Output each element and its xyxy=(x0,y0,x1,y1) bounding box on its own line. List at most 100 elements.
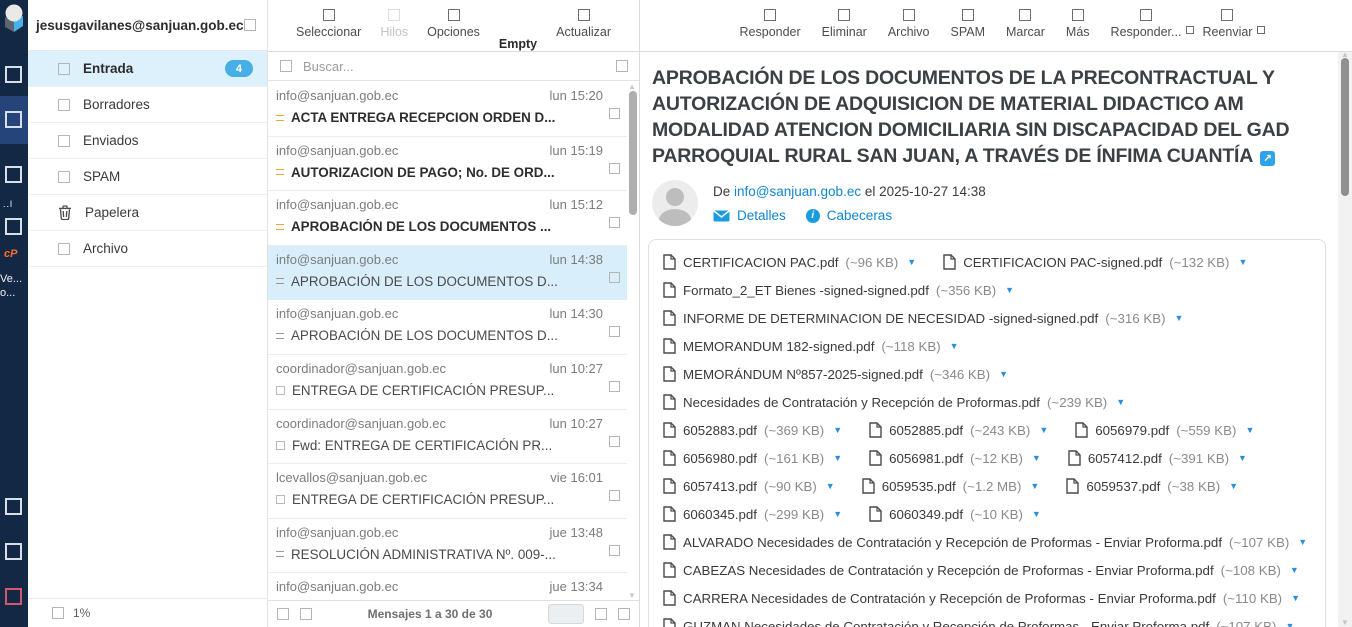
search-options-icon[interactable] xyxy=(616,60,628,72)
toolbar-button-eliminar[interactable]: Eliminar xyxy=(822,6,867,51)
toolbar-button-archivo[interactable]: Archivo xyxy=(888,6,930,51)
dropdown-caret-icon[interactable] xyxy=(1257,26,1265,34)
search-input[interactable]: Buscar... xyxy=(303,59,605,74)
attachment-item[interactable]: MEMORÁNDUM Nº857-2025-signed.pdf (~346 K… xyxy=(663,366,1008,382)
attachment-item[interactable]: 6057412.pdf (~391 KB) ▼ xyxy=(1068,450,1247,466)
attachment-menu-caret-icon[interactable]: ▼ xyxy=(831,425,842,435)
attachment-item[interactable]: Formato_2_ET Bienes -signed-signed.pdf (… xyxy=(663,282,1014,298)
list-options-icon[interactable] xyxy=(277,608,289,620)
collapse-panel-icon[interactable] xyxy=(244,19,256,31)
attachment-item[interactable]: 6057413.pdf (~90 KB) ▼ xyxy=(663,478,835,494)
message-flag-checkbox[interactable] xyxy=(609,108,620,119)
attachment-menu-caret-icon[interactable]: ▼ xyxy=(824,481,835,491)
message-row[interactable]: info@sanjuan.gob.ec lun 15:12 APROBACIÓN… xyxy=(268,191,627,246)
attachment-item[interactable]: ALVARADO Necesidades de Contratación y R… xyxy=(663,534,1307,550)
toolbar-button-reenviar[interactable]: Reenviar xyxy=(1202,6,1252,51)
details-toggle[interactable]: Detalles xyxy=(713,208,786,223)
attachment-item[interactable]: 6052885.pdf (~243 KB) ▼ xyxy=(869,422,1048,438)
list-scrollbar[interactable]: ▲ ▼ xyxy=(627,82,639,600)
message-flag-checkbox[interactable] xyxy=(609,163,620,174)
next-page-icon[interactable] xyxy=(618,608,630,620)
attachment-menu-caret-icon[interactable]: ▼ xyxy=(997,369,1008,379)
taskbar-icon-2[interactable] xyxy=(5,166,22,183)
toolbar-button-hilos[interactable]: Hilos xyxy=(380,6,408,51)
attachment-menu-caret-icon[interactable]: ▼ xyxy=(831,453,842,463)
search-bar[interactable]: Buscar... xyxy=(268,52,639,81)
message-flag-checkbox[interactable] xyxy=(609,217,620,228)
open-in-new-window-icon[interactable]: ↗ xyxy=(1260,151,1275,166)
message-row[interactable]: info@sanjuan.gob.ec lun 14:30 APROBACIÓN… xyxy=(268,300,627,355)
attachment-item[interactable]: 6060349.pdf (~10 KB) ▼ xyxy=(869,506,1041,522)
message-row[interactable]: info@sanjuan.gob.ec lun 14:38 APROBACIÓN… xyxy=(268,246,627,301)
scroll-down-icon[interactable]: ▼ xyxy=(628,591,636,600)
attachment-item[interactable]: CERTIFICACION PAC.pdf (~96 KB) ▼ xyxy=(663,254,916,270)
attachment-menu-caret-icon[interactable]: ▼ xyxy=(1114,397,1125,407)
folder-enviados[interactable]: Enviados xyxy=(28,123,267,159)
toolbar-button-responder[interactable]: Responder xyxy=(740,6,801,51)
attachment-item[interactable]: CERTIFICACION PAC-signed.pdf (~132 KB) ▼ xyxy=(943,254,1247,270)
attachment-menu-caret-icon[interactable]: ▼ xyxy=(1243,425,1254,435)
list-settings-icon[interactable] xyxy=(300,608,312,620)
attachment-item[interactable]: 6059535.pdf (~1.2 MB) ▼ xyxy=(862,478,1040,494)
page-input[interactable] xyxy=(548,604,584,624)
attachment-menu-caret-icon[interactable]: ▼ xyxy=(1028,481,1039,491)
message-flag-checkbox[interactable] xyxy=(609,436,620,447)
toolbar-button-opciones[interactable]: Opciones xyxy=(427,6,480,51)
attachment-item[interactable]: 6059537.pdf (~38 KB) ▼ xyxy=(1066,478,1238,494)
sender-email-link[interactable]: info@sanjuan.gob.ec xyxy=(734,184,861,199)
message-flag-checkbox[interactable] xyxy=(609,272,620,283)
taskbar-icon-mail[interactable] xyxy=(5,111,22,128)
toolbar-button-seleccionar[interactable]: Seleccionar xyxy=(296,6,361,51)
attachment-menu-caret-icon[interactable]: ▼ xyxy=(1288,565,1299,575)
search-icon[interactable] xyxy=(280,60,292,72)
message-flag-checkbox[interactable] xyxy=(609,545,620,556)
prev-page-icon[interactable] xyxy=(595,608,607,620)
message-row[interactable]: coordinador@sanjuan.gob.ec lun 10:27 ENT… xyxy=(268,355,627,410)
attachment-menu-caret-icon[interactable]: ▼ xyxy=(1236,257,1247,267)
taskbar-icon-5[interactable] xyxy=(5,543,22,560)
attachment-item[interactable]: CABEZAS Necesidades de Contratación y Re… xyxy=(663,562,1299,578)
toolbar-button-ms[interactable]: Más xyxy=(1066,6,1090,51)
attachment-item[interactable]: CARRERA Necesidades de Contratación y Re… xyxy=(663,590,1300,606)
dropdown-caret-icon[interactable] xyxy=(1186,26,1194,34)
attachment-item[interactable]: 6056981.pdf (~12 KB) ▼ xyxy=(869,450,1041,466)
toolbar-button-marcar[interactable]: Marcar xyxy=(1006,6,1045,51)
reader-scrollbar-thumb[interactable] xyxy=(1341,58,1349,196)
folder-entrada[interactable]: Entrada 4 xyxy=(28,51,267,87)
reader-scroll-down-icon[interactable]: ▼ xyxy=(1341,618,1349,627)
message-row[interactable]: info@sanjuan.gob.ec jue 13:48 RESOLUCIÓN… xyxy=(268,519,627,574)
attachment-item[interactable]: Necesidades de Contratación y Recepción … xyxy=(663,394,1125,410)
folder-spam[interactable]: SPAM xyxy=(28,159,267,195)
message-flag-checkbox[interactable] xyxy=(609,381,620,392)
folder-papelera[interactable]: Papelera xyxy=(28,195,267,231)
toolbar-button-spam[interactable]: SPAM xyxy=(951,6,986,51)
attachment-menu-caret-icon[interactable]: ▼ xyxy=(1030,453,1041,463)
logout-icon[interactable] xyxy=(5,588,22,605)
attachment-menu-caret-icon[interactable]: ▼ xyxy=(905,257,916,267)
attachment-item[interactable]: MEMORANDUM 182-signed.pdf (~118 KB) ▼ xyxy=(663,338,959,354)
taskbar-icon-3[interactable] xyxy=(5,218,22,235)
reader-scrollbar[interactable]: ▲ ▼ xyxy=(1338,52,1352,627)
message-row[interactable]: lcevallos@sanjuan.gob.ec vie 16:01 ENTRE… xyxy=(268,464,627,519)
app-logo-icon[interactable] xyxy=(1,3,27,36)
message-row[interactable]: coordinador@sanjuan.gob.ec lun 10:27 Fwd… xyxy=(268,410,627,465)
message-flag-checkbox[interactable] xyxy=(609,326,620,337)
attachment-item[interactable]: GUZMAN Necesidades de Contratación y Rec… xyxy=(663,618,1294,627)
attachment-item[interactable]: 6052883.pdf (~369 KB) ▼ xyxy=(663,422,842,438)
attachment-menu-caret-icon[interactable]: ▼ xyxy=(1227,481,1238,491)
attachment-item[interactable]: 6056980.pdf (~161 KB) ▼ xyxy=(663,450,842,466)
attachment-menu-caret-icon[interactable]: ▼ xyxy=(1003,285,1014,295)
toolbar-button-responder[interactable]: Responder... xyxy=(1111,6,1182,51)
taskbar-icon-4[interactable] xyxy=(5,498,22,515)
attachment-menu-caret-icon[interactable]: ▼ xyxy=(1289,593,1300,603)
attachment-item[interactable]: 6056979.pdf (~559 KB) ▼ xyxy=(1075,422,1254,438)
attachment-menu-caret-icon[interactable]: ▼ xyxy=(1283,621,1294,627)
taskbar-icon-1[interactable] xyxy=(5,66,22,83)
attachment-menu-caret-icon[interactable]: ▼ xyxy=(831,509,842,519)
message-row[interactable]: info@sanjuan.gob.ec lun 15:20 ACTA ENTRE… xyxy=(268,82,627,137)
attachment-menu-caret-icon[interactable]: ▼ xyxy=(1236,453,1247,463)
attachment-menu-caret-icon[interactable]: ▼ xyxy=(1296,537,1307,547)
toolbar-button-actualizar[interactable]: Actualizar xyxy=(556,6,611,51)
message-flag-checkbox[interactable] xyxy=(609,490,620,501)
attachment-menu-caret-icon[interactable]: ▼ xyxy=(1173,313,1184,323)
